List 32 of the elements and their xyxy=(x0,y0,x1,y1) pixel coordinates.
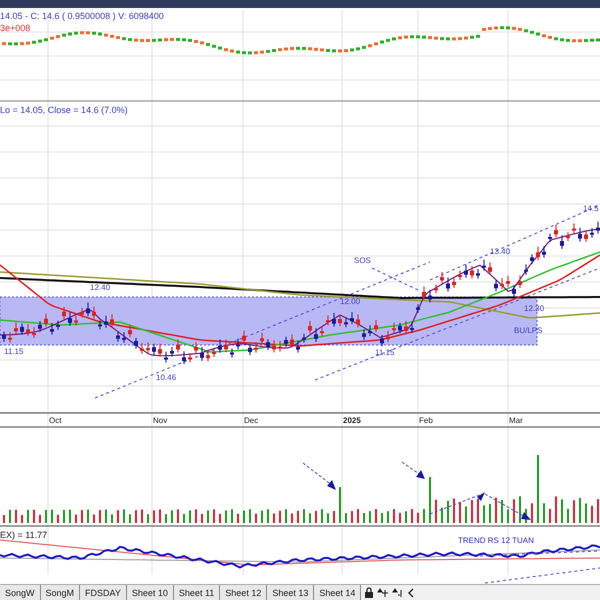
date-label: 2025 xyxy=(343,416,361,425)
sheet-tab[interactable]: Sheet 14 xyxy=(314,585,362,600)
rs-annotation: TREND RS 12 TUAN xyxy=(458,536,534,545)
price-annotation: 12.40 xyxy=(90,283,110,292)
date-label: Nov xyxy=(153,416,168,425)
date-label: Dec xyxy=(244,416,258,425)
price-annotation: 10.46 xyxy=(156,373,176,382)
sheet-tab[interactable]: SongM xyxy=(40,585,80,600)
scale-label: 3e+008 xyxy=(0,23,30,33)
date-label: Feb xyxy=(419,416,433,425)
price-quote: Lo = 14.05, Close = 14.6 (7.0%) xyxy=(0,105,128,115)
date-label: Oct xyxy=(49,416,62,425)
sheet-tab[interactable]: FDSDAY xyxy=(80,585,127,600)
lock-icon[interactable] xyxy=(364,586,374,598)
date-label: Mar xyxy=(509,416,523,425)
price-quote: 14.05 - C: 14.6 ( 0.9500008 ) V: 6098400 xyxy=(0,11,164,21)
scroll-left-icon[interactable] xyxy=(407,586,416,598)
sheet-tab[interactable]: Sheet 10 xyxy=(126,585,174,600)
sheet-tab[interactable]: Sheet 13 xyxy=(267,585,314,600)
price-annotation: 11.15 xyxy=(375,348,394,357)
price-annotation: SOS xyxy=(354,256,371,265)
price-annotation: 12.30 xyxy=(524,304,544,313)
price-annotation: 13.40 xyxy=(490,247,510,256)
sheet-tab[interactable]: SongW xyxy=(0,585,41,600)
insert-sheet-icon[interactable] xyxy=(392,586,404,598)
sheet-tab[interactable]: Sheet 11 xyxy=(174,585,220,600)
rs-quote: EX) = 11.77 xyxy=(0,530,48,540)
price-annotation: 12.00 xyxy=(340,297,360,306)
sheet-tab[interactable]: Sheet 12 xyxy=(220,585,268,600)
add-sheet-icon[interactable] xyxy=(377,586,390,598)
price-annotation: 11.15 xyxy=(4,347,24,356)
price-annotation: 14.5 xyxy=(583,204,599,213)
